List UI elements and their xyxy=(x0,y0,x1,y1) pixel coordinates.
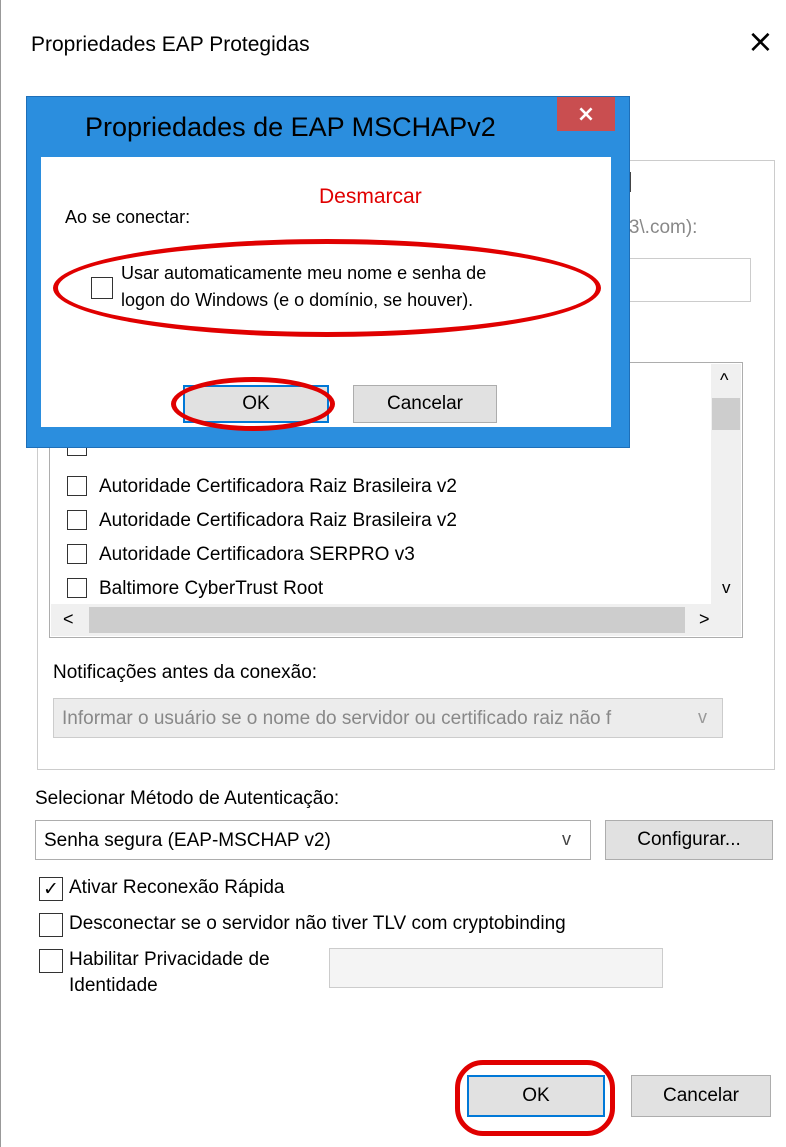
fast-reconnect-checkbox[interactable]: ✓ xyxy=(39,877,63,901)
inner-close-button[interactable]: × xyxy=(557,97,615,131)
cert-checkbox-3[interactable] xyxy=(67,544,87,564)
notifications-chevron-down-icon: v xyxy=(698,707,707,727)
configure-button[interactable]: Configurar... xyxy=(605,820,773,860)
auth-method-label: Selecionar Método de Autenticação: xyxy=(35,788,340,809)
auth-method-select[interactable]: Senha segura (EAP-MSCHAP v2) v xyxy=(35,820,591,860)
auto-logon-highlight-ring xyxy=(53,239,601,337)
identity-privacy-input[interactable] xyxy=(329,948,663,988)
fast-reconnect-label: Ativar Reconexão Rápida xyxy=(69,877,285,898)
inner-cancel-button[interactable]: Cancelar xyxy=(353,385,497,423)
cryptobinding-label: Desconectar se o servidor não tiver TLV … xyxy=(69,913,566,934)
check-icon: ✓ xyxy=(43,878,59,900)
scroll-right-icon[interactable]: > xyxy=(699,609,710,630)
cert-label-2: Autoridade Certificadora Raiz Brasileira… xyxy=(99,510,457,531)
outer-close-icon[interactable]: × xyxy=(747,22,774,60)
cert-checkbox-4[interactable] xyxy=(67,578,87,598)
cert-checkbox-1[interactable] xyxy=(67,476,87,496)
notifications-label: Notificações antes da conexão: xyxy=(53,662,318,683)
cert-checkbox-2[interactable] xyxy=(67,510,87,530)
desmarcar-annotation: Desmarcar xyxy=(319,185,422,208)
inner-dialog-body: Desmarcar Ao se conectar: Usar automatic… xyxy=(41,157,611,431)
cert-label-3: Autoridade Certificadora SERPRO v3 xyxy=(99,544,415,565)
identity-privacy-label-line2: Identidade xyxy=(69,975,158,996)
outer-dialog-title: Propriedades EAP Protegidas xyxy=(31,33,310,56)
cryptobinding-checkbox[interactable] xyxy=(39,913,63,937)
identity-privacy-checkbox[interactable] xyxy=(39,949,63,973)
scroll-left-icon[interactable]: < xyxy=(63,609,74,630)
auth-method-select-value: Senha segura (EAP-MSCHAP v2) xyxy=(44,830,331,851)
inner-ok-highlight-ring xyxy=(171,377,335,431)
outer-ok-highlight-ring xyxy=(455,1060,615,1136)
inner-dialog-frame: Propriedades de EAP MSCHAPv2 × Desmarcar… xyxy=(26,96,630,448)
horizontal-scroll-thumb[interactable] xyxy=(89,607,685,633)
inner-close-icon: × xyxy=(576,101,596,127)
notifications-select-value: Informar o usuário se o nome do servidor… xyxy=(62,708,612,729)
scroll-up-icon[interactable]: ^ xyxy=(720,370,728,391)
scroll-down-icon[interactable]: v xyxy=(722,578,731,598)
cert-label-4: Baltimore CyberTrust Root xyxy=(99,578,324,599)
vertical-scroll-thumb[interactable] xyxy=(712,398,740,430)
auth-method-chevron-down-icon: v xyxy=(562,829,571,849)
outer-cancel-button[interactable]: Cancelar xyxy=(631,1075,771,1117)
cert-label-1: Autoridade Certificadora Raiz Brasileira… xyxy=(99,476,457,497)
inner-dialog-title: Propriedades de EAP MSCHAPv2 xyxy=(85,112,496,142)
identity-privacy-label-line1: Habilitar Privacidade de xyxy=(69,949,270,970)
notifications-select[interactable]: Informar o usuário se o nome do servidor… xyxy=(53,698,723,738)
connect-label: Ao se conectar: xyxy=(65,207,191,227)
